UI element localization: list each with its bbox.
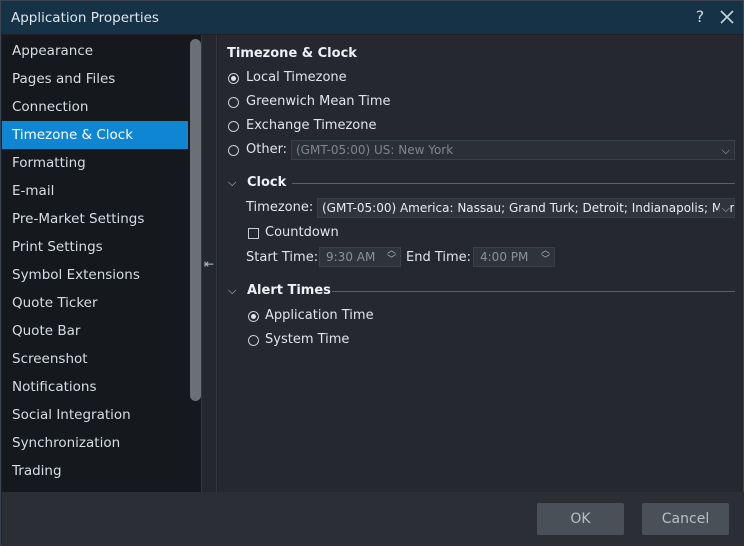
application-properties-dialog: Application Properties ? Appearance Page… — [0, 0, 744, 546]
local-timezone-radio[interactable] — [228, 73, 239, 84]
collapse-left-icon[interactable]: ⇤ — [204, 257, 214, 271]
sidebar-item-quote-bar[interactable]: Quote Bar — [2, 317, 188, 345]
sidebar-item-pages-and-files[interactable]: Pages and Files — [2, 65, 188, 93]
start-time-value: 9:30 AM — [326, 250, 376, 264]
clock-timezone-label: Timezone: — [246, 200, 314, 215]
spinner-icon[interactable]: ︿ ﹀ — [387, 247, 396, 265]
exchange-timezone-radio[interactable] — [228, 121, 239, 132]
clock-collapse-chevron-icon[interactable]: ⌵ — [228, 176, 236, 190]
other-timezone-value: (GMT-05:00) US: New York — [296, 143, 454, 157]
alert-times-heading: Alert Times — [247, 283, 331, 298]
system-time-radio[interactable] — [248, 335, 259, 346]
alert-times-collapse-chevron-icon[interactable]: ⌵ — [228, 284, 236, 298]
sidebar-item-appearance[interactable]: Appearance — [2, 37, 188, 65]
start-time-label: Start Time: — [246, 250, 319, 265]
cancel-button[interactable]: Cancel — [642, 503, 729, 535]
end-time-label: End Time: — [406, 250, 472, 265]
other-timezone-radio[interactable] — [228, 145, 239, 156]
sidebar-item-timezone-clock[interactable]: Timezone & Clock — [2, 121, 188, 149]
sidebar-item-quote-ticker[interactable]: Quote Ticker — [2, 289, 188, 317]
countdown-checkbox[interactable] — [248, 228, 259, 239]
sidebar-item-notifications[interactable]: Notifications — [2, 373, 188, 401]
window-title: Application Properties — [11, 10, 159, 26]
dialog-footer: OK Cancel — [2, 492, 744, 546]
other-timezone-select[interactable]: (GMT-05:00) US: New York ⌵ — [291, 140, 735, 160]
sidebar-item-connection[interactable]: Connection — [2, 93, 188, 121]
alert-times-divider — [332, 291, 735, 292]
sidebar-item-formatting[interactable]: Formatting — [2, 149, 188, 177]
ok-button[interactable]: OK — [537, 503, 624, 535]
start-time-input[interactable]: 9:30 AM ︿ ﹀ — [319, 247, 401, 267]
local-timezone-label[interactable]: Local Timezone — [246, 70, 347, 85]
sidebar-item-synchronization[interactable]: Synchronization — [2, 429, 188, 457]
sidebar-scrollbar[interactable] — [190, 39, 201, 401]
chevron-down-icon: ⌵ — [721, 144, 730, 157]
sidebar-item-symbol-extensions[interactable]: Symbol Extensions — [2, 261, 188, 289]
title-bar: Application Properties ? — [1, 1, 743, 34]
countdown-label[interactable]: Countdown — [265, 225, 339, 240]
sidebar-item-email[interactable]: E-mail — [2, 177, 188, 205]
application-time-radio[interactable] — [248, 311, 259, 322]
application-time-label[interactable]: Application Time — [265, 308, 374, 323]
help-icon[interactable]: ? — [692, 7, 708, 26]
system-time-label[interactable]: System Time — [265, 332, 349, 347]
clock-timezone-value: (GMT-05:00) America: Nassau; Grand Turk;… — [322, 201, 735, 215]
sidebar-item-pre-market-settings[interactable]: Pre-Market Settings — [2, 205, 188, 233]
chevron-down-icon: ⌵ — [719, 200, 730, 217]
exchange-timezone-label[interactable]: Exchange Timezone — [246, 118, 376, 133]
sidebar-item-social-integration[interactable]: Social Integration — [2, 401, 188, 429]
category-sidebar: Appearance Pages and Files Connection Ti… — [2, 35, 201, 492]
end-time-input[interactable]: 4:00 PM ︿ ﹀ — [473, 247, 555, 267]
panel-splitter[interactable]: ⇤ — [201, 35, 217, 492]
sidebar-item-trading[interactable]: Trading — [2, 457, 188, 485]
spinner-icon[interactable]: ︿ ﹀ — [541, 247, 550, 265]
gmt-radio[interactable] — [228, 97, 239, 108]
other-timezone-label[interactable]: Other: — [246, 142, 287, 157]
sidebar-item-screenshot[interactable]: Screenshot — [2, 345, 188, 373]
clock-heading: Clock — [247, 175, 287, 190]
clock-divider — [292, 183, 735, 184]
end-time-value: 4:00 PM — [480, 250, 529, 264]
timezone-clock-heading: Timezone & Clock — [227, 46, 357, 61]
gmt-label[interactable]: Greenwich Mean Time — [246, 94, 391, 109]
settings-panel: Timezone & Clock Local Timezone Greenwic… — [218, 35, 743, 492]
sidebar-item-print-settings[interactable]: Print Settings — [2, 233, 188, 261]
close-icon[interactable] — [719, 9, 735, 25]
clock-timezone-select[interactable]: (GMT-05:00) America: Nassau; Grand Turk;… — [317, 198, 735, 218]
